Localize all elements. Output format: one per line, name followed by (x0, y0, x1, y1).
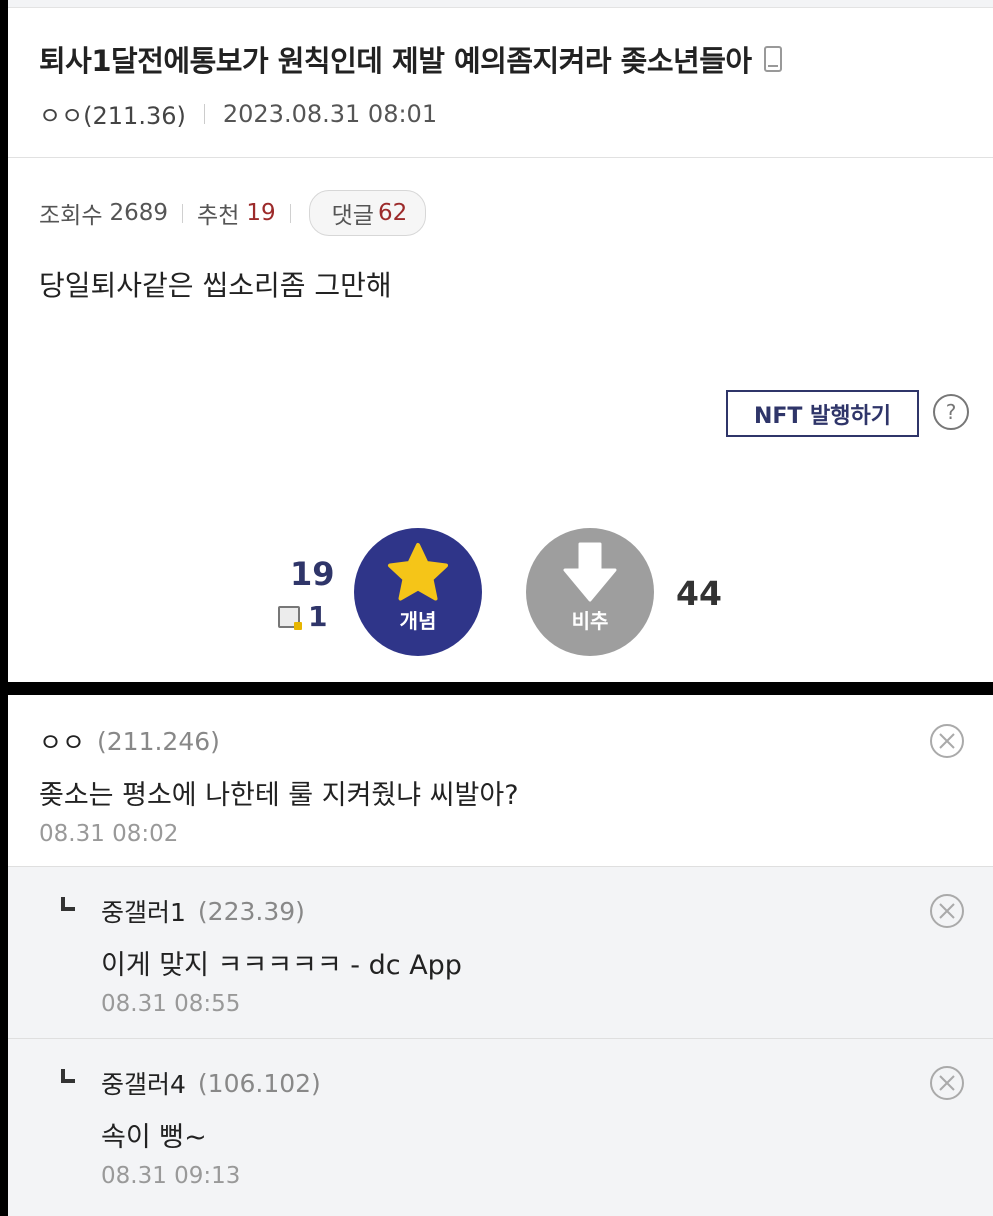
comments-count: 62 (377, 200, 408, 226)
reply-text: 속이 뻥~ (101, 1122, 207, 1153)
comment-item: ㅇㅇ (211.246) 좆소는 평소에 나한테 룰 지켜줬냐 씨발아? 08.… (8, 695, 993, 867)
reply-ip: (223.39) (197, 896, 305, 926)
comment-date: 08.31 08:02 (39, 821, 179, 847)
post-meta: ㅇㅇ(211.36) 2023.08.31 08:01 (39, 96, 437, 131)
reply-header: 중갤러1 (223.39) (101, 893, 305, 929)
reply-date: 08.31 09:13 (101, 1163, 241, 1189)
fixed-recommend-count: 1 (308, 600, 328, 633)
header-divider (8, 157, 993, 158)
reply-header: 중갤러4 (106.102) (101, 1065, 321, 1101)
meta-separator (203, 103, 205, 124)
comment-text: 좆소는 평소에 나한테 룰 지켜줬냐 씨발아? (39, 780, 519, 811)
upvote-count: 19 (290, 555, 335, 593)
reply-author[interactable]: 중갤러1 (101, 893, 186, 929)
reply-ip: (106.102) (197, 1068, 321, 1098)
post-date: 2023.08.31 08:01 (222, 99, 438, 128)
nft-issue-button[interactable]: NFT 발행하기 (726, 390, 919, 437)
upvote-button[interactable]: 개념 (354, 528, 482, 656)
reply-item: 중갤러1 (223.39) 이게 맞지 ㅋㅋㅋㅋㅋ - dc App 08.31… (8, 867, 993, 1039)
help-icon[interactable]: ? (933, 394, 969, 430)
down-arrow-icon (563, 542, 617, 602)
comment-list: ㅇㅇ (211.246) 좆소는 평소에 나한테 룰 지켜줬냐 씨발아? 08.… (8, 695, 993, 1216)
post-body: 당일퇴사같은 씹소리좀 그만해 (39, 269, 392, 302)
downvote-button[interactable]: 비추 (526, 528, 654, 656)
recommend-count: 19 (246, 200, 276, 226)
recommend-label: 추천 (197, 203, 240, 229)
reply-author[interactable]: 중갤러4 (101, 1065, 186, 1101)
top-border (8, 0, 993, 8)
delete-comment-icon[interactable] (929, 723, 965, 759)
fixed-user-icon (278, 605, 302, 630)
delete-reply-icon[interactable] (929, 893, 965, 929)
reply-date: 08.31 08:55 (101, 991, 241, 1017)
delete-reply-icon[interactable] (929, 1065, 965, 1101)
comment-author[interactable]: ㅇㅇ (39, 723, 85, 759)
views-label: 조회수 (39, 203, 103, 229)
star-icon (388, 543, 448, 601)
post-container: 퇴사1달전에통보가 원칙인데 제발 예의좀지켜라 좆소년들아 ㅇㅇ(211.36… (8, 0, 993, 682)
comment-ip: (211.246) (97, 726, 220, 756)
stats-separator (182, 203, 184, 223)
stats-separator (289, 203, 291, 223)
downvote-label: 비추 (571, 609, 609, 633)
reply-arrow-icon (61, 1069, 75, 1083)
fixed-recommend: 1 (278, 600, 327, 633)
views-count: 2689 (109, 200, 169, 226)
comments-label: 댓글 (331, 203, 374, 229)
downvote-count: 44 (676, 574, 722, 613)
post-author[interactable]: ㅇㅇ(211.36) (39, 96, 186, 131)
reply-arrow-icon (61, 897, 75, 911)
post-title-row: 퇴사1달전에통보가 원칙인데 제발 예의좀지켜라 좆소년들아 (39, 38, 782, 80)
mobile-phone-icon (763, 46, 782, 72)
upvote-label: 개념 (399, 609, 437, 633)
reply-item: 중갤러4 (106.102) 속이 뻥~ 08.31 09:13 (8, 1039, 993, 1216)
post-title: 퇴사1달전에통보가 원칙인데 제발 예의좀지켜라 좆소년들아 (39, 44, 752, 78)
reply-text: 이게 맞지 ㅋㅋㅋㅋㅋ - dc App (101, 950, 462, 981)
comment-count-button[interactable]: 댓글 62 (308, 190, 427, 236)
comment-header: ㅇㅇ (211.246) (39, 723, 220, 759)
post-stats: 조회수 2689 추천 19 댓글 62 (39, 190, 427, 236)
